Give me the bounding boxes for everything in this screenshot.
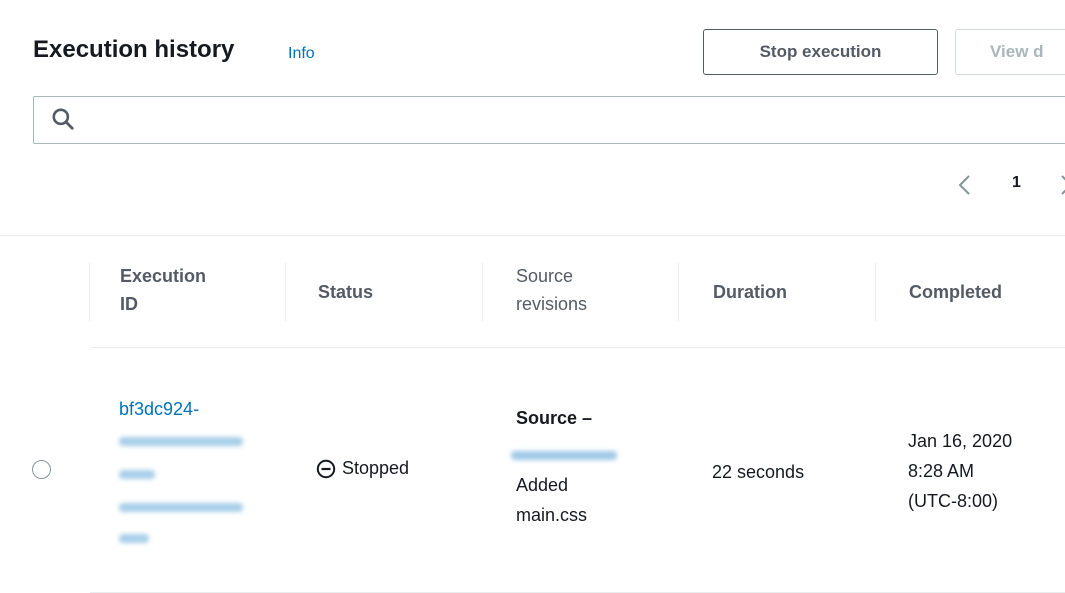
table-top-divider bbox=[0, 235, 1065, 236]
completed-value: Jan 16, 2020 8:28 AM (UTC-8:00) bbox=[908, 426, 1012, 516]
stopped-icon bbox=[316, 459, 336, 478]
execution-id-redacted[interactable] bbox=[119, 534, 149, 543]
source-commit-message: Added main.css bbox=[516, 475, 588, 525]
source-revision-link-redacted[interactable] bbox=[511, 451, 617, 460]
table-header-divider bbox=[90, 347, 1065, 348]
column-header-completed[interactable]: Completed bbox=[909, 278, 1002, 306]
page-number[interactable]: 1 bbox=[1012, 174, 1021, 192]
row-select-radio[interactable] bbox=[32, 460, 51, 479]
execution-id-redacted[interactable] bbox=[119, 437, 243, 446]
completed-date: Jan 16, 2020 bbox=[908, 431, 1013, 451]
execution-id-link[interactable]: bf3dc924- bbox=[119, 395, 199, 423]
column-header-label: Status bbox=[318, 282, 374, 302]
completed-timezone: (UTC-8:00) bbox=[908, 491, 999, 511]
view-details-button[interactable]: View d bbox=[955, 29, 1065, 75]
column-header-label: Execution bbox=[120, 266, 207, 286]
column-separator bbox=[875, 263, 876, 321]
column-separator bbox=[678, 263, 679, 321]
column-header-duration[interactable]: Duration bbox=[713, 278, 787, 306]
column-header-label: Source bbox=[516, 266, 574, 286]
execution-id-redacted[interactable] bbox=[119, 503, 243, 512]
column-header-source-revisions[interactable]: Source revisions bbox=[516, 262, 587, 318]
status-badge: Stopped bbox=[316, 458, 409, 479]
chevron-left-icon[interactable] bbox=[955, 172, 975, 198]
column-header-label: Duration bbox=[713, 282, 787, 302]
column-header-status[interactable]: Status bbox=[318, 278, 373, 306]
column-header-label: revisions bbox=[516, 294, 588, 314]
column-separator bbox=[89, 263, 90, 321]
source-title: Source – bbox=[516, 408, 593, 428]
search-icon bbox=[52, 108, 74, 130]
column-separator bbox=[285, 263, 286, 321]
search-bar[interactable] bbox=[33, 96, 1065, 144]
info-link[interactable]: Info bbox=[288, 45, 315, 63]
page-title: Execution history bbox=[33, 36, 235, 63]
duration-value: 22 seconds bbox=[712, 462, 805, 482]
status-text: Stopped bbox=[342, 458, 410, 478]
stop-execution-button[interactable]: Stop execution bbox=[703, 29, 938, 75]
chevron-right-icon[interactable] bbox=[1056, 172, 1065, 198]
column-header-execution-id[interactable]: Execution ID bbox=[120, 262, 206, 318]
column-header-label: Completed bbox=[909, 282, 1003, 302]
column-separator bbox=[482, 263, 483, 321]
completed-time: 8:28 AM bbox=[908, 461, 975, 481]
column-header-label: ID bbox=[120, 294, 138, 314]
search-input[interactable] bbox=[86, 101, 1065, 139]
execution-id-redacted[interactable] bbox=[119, 470, 155, 479]
